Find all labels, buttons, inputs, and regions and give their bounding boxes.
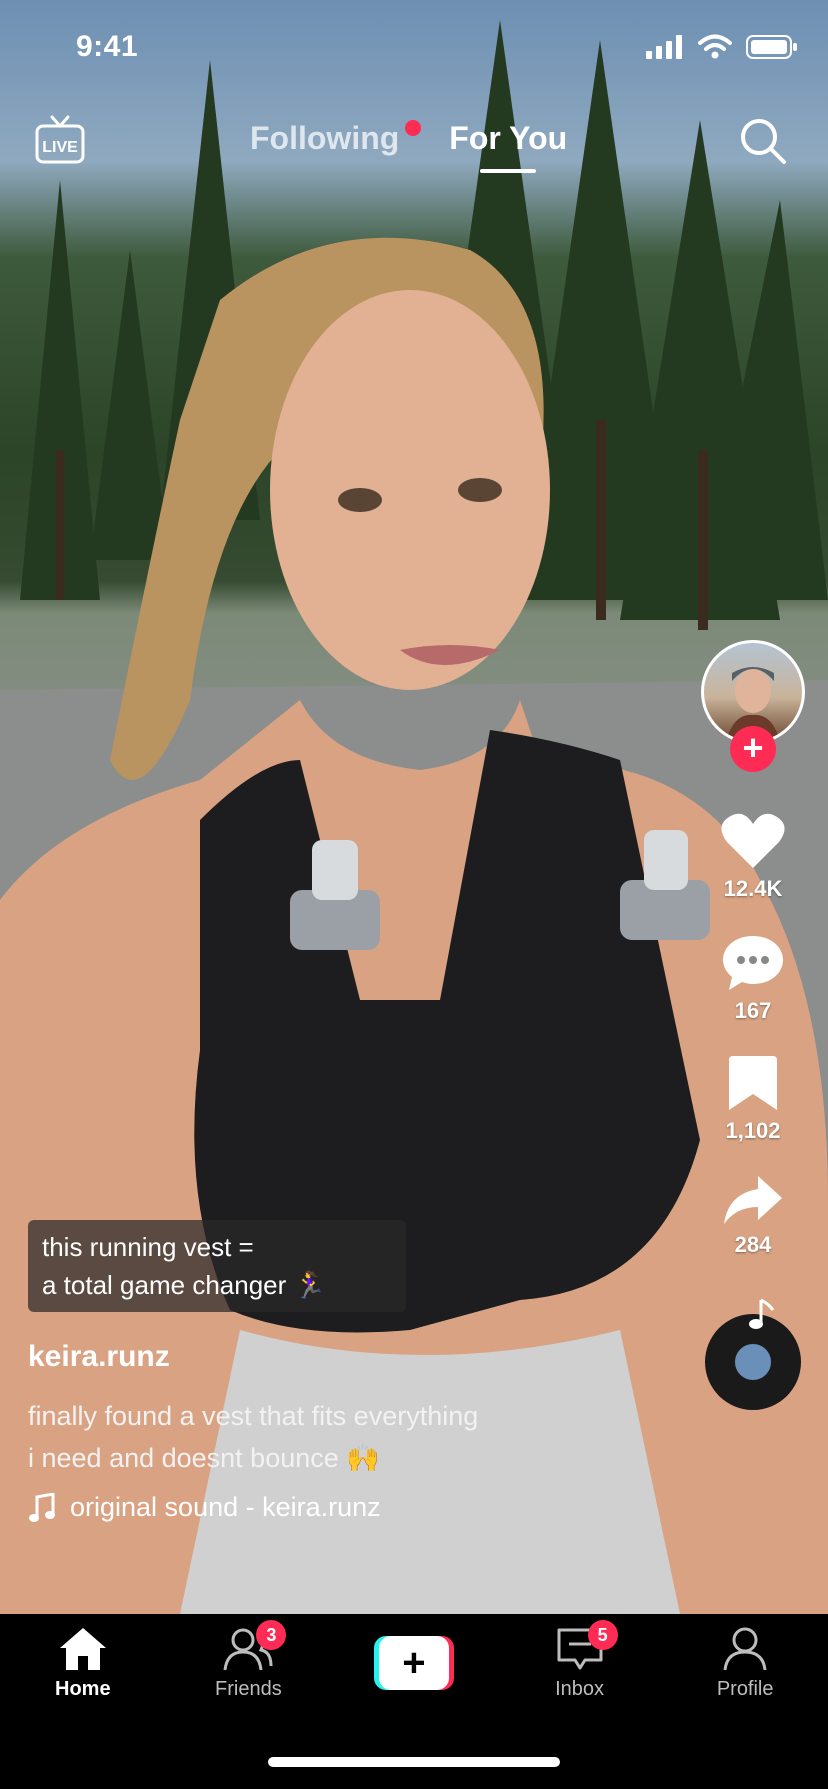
nav-home[interactable]: Home bbox=[23, 1626, 143, 1701]
profile-icon bbox=[723, 1627, 767, 1671]
home-icon bbox=[59, 1628, 106, 1670]
status-time: 9:41 bbox=[76, 30, 139, 63]
search-icon bbox=[741, 119, 786, 164]
comment-count: 167 bbox=[734, 998, 772, 1023]
creator-username[interactable]: keira.runz bbox=[28, 1340, 170, 1374]
top-navigation: LIVE Following For You bbox=[0, 110, 828, 190]
save-action[interactable]: 1,102 bbox=[725, 1054, 781, 1144]
home-indicator[interactable] bbox=[268, 1757, 560, 1767]
friends-badge: 3 bbox=[256, 1620, 287, 1650]
heart-icon[interactable] bbox=[721, 812, 785, 870]
share-icon[interactable] bbox=[722, 1174, 784, 1226]
action-rail: + 12.4K 167 1,102 284 bbox=[698, 640, 808, 1410]
nav-profile-label: Profile bbox=[716, 1678, 774, 1700]
status-icons bbox=[646, 34, 798, 60]
share-action[interactable]: 284 bbox=[722, 1174, 784, 1258]
create-button[interactable]: + bbox=[373, 1636, 454, 1690]
nav-home-label: Home bbox=[55, 1678, 111, 1700]
new-content-dot bbox=[405, 120, 422, 136]
overlay-caption-line-1: this running vest = bbox=[42, 1232, 254, 1262]
battery-icon bbox=[746, 35, 797, 59]
nav-friends-label: Friends bbox=[215, 1678, 282, 1700]
nav-inbox-label: Inbox bbox=[555, 1678, 605, 1700]
description-line-1: finally found a vest that fits everythin… bbox=[28, 1401, 479, 1431]
nav-create[interactable]: + bbox=[354, 1626, 474, 1690]
follow-plus-button[interactable]: + bbox=[730, 726, 776, 772]
save-count: 1,102 bbox=[725, 1118, 781, 1143]
live-label: LIVE bbox=[42, 139, 78, 156]
nav-friends[interactable]: 3 Friends bbox=[188, 1620, 308, 1701]
sound-label: original sound - keira.runz bbox=[70, 1492, 381, 1522]
feed-tabs: Following For You bbox=[250, 120, 568, 173]
tab-for-you[interactable]: For You bbox=[449, 120, 568, 173]
wifi-icon bbox=[698, 34, 732, 59]
inbox-badge: 5 bbox=[587, 1620, 618, 1650]
search-button[interactable] bbox=[738, 116, 788, 166]
like-action[interactable]: 12.4K bbox=[721, 812, 785, 902]
bottom-navigation: Home 3 Friends + 5 Inbox Profile bbox=[0, 1614, 828, 1789]
active-tab-indicator bbox=[480, 169, 537, 173]
video-text-overlay: this running vest = a total game changer… bbox=[28, 1220, 406, 1312]
nav-profile[interactable]: Profile bbox=[685, 1626, 805, 1701]
status-bar: 9:41 bbox=[0, 0, 828, 100]
sound-link[interactable]: original sound - keira.runz bbox=[28, 1492, 381, 1523]
music-note-icon bbox=[29, 1492, 55, 1522]
comment-action[interactable]: 167 bbox=[721, 932, 785, 1024]
plus-icon: + bbox=[378, 1636, 449, 1690]
like-count: 12.4K bbox=[723, 876, 783, 901]
app-screen: 9:41 LIVE Following For You + 12.4K 167 … bbox=[0, 0, 828, 1789]
live-button[interactable]: LIVE bbox=[34, 114, 86, 166]
plus-icon: + bbox=[742, 727, 764, 768]
overlay-caption-line-2: a total game changer 🏃‍♀️ bbox=[42, 1270, 326, 1300]
tab-for-you-label: For You bbox=[449, 120, 568, 156]
share-count: 284 bbox=[734, 1232, 772, 1257]
sound-disc[interactable] bbox=[705, 1298, 801, 1410]
live-tv-icon: LIVE bbox=[35, 115, 85, 164]
tab-following[interactable]: Following bbox=[250, 120, 422, 157]
description-line-2: i need and doesnt bounce 🙌 bbox=[28, 1443, 380, 1473]
comment-icon[interactable] bbox=[721, 932, 785, 992]
bookmark-icon[interactable] bbox=[727, 1054, 779, 1112]
video-description[interactable]: finally found a vest that fits everythin… bbox=[28, 1395, 588, 1479]
tab-following-label: Following bbox=[250, 120, 400, 156]
signal-icon bbox=[646, 35, 682, 59]
nav-inbox[interactable]: 5 Inbox bbox=[520, 1620, 640, 1701]
creator-avatar-wrap[interactable]: + bbox=[701, 640, 805, 772]
music-note-icon bbox=[749, 1298, 775, 1329]
